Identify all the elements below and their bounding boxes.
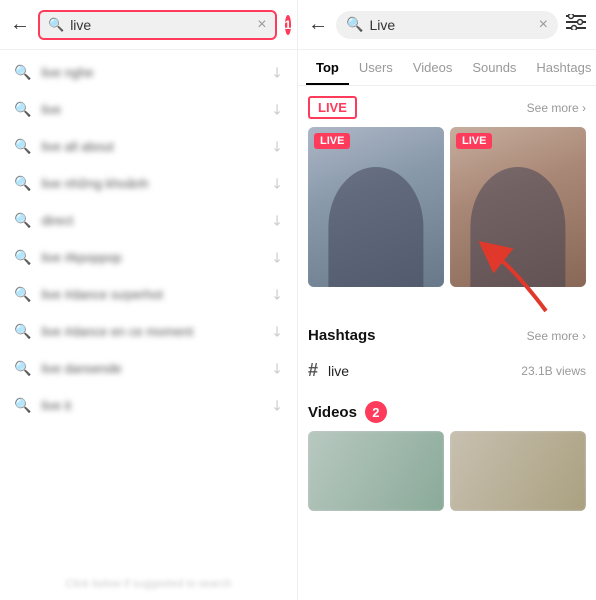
- search-icon: 🔍: [14, 138, 31, 155]
- search-icon: 🔍: [14, 249, 31, 266]
- hashtag-views: 23.1B views: [521, 364, 586, 378]
- search-icon: 🔍: [14, 397, 31, 414]
- videos-title: Videos: [308, 404, 357, 421]
- suggestion-text: live #dance sưperhot: [41, 287, 261, 302]
- search-icon: 🔍: [14, 360, 31, 377]
- arrow-icon: ↖: [267, 358, 287, 378]
- right-content: LIVE See more › LIVE LIVE: [298, 86, 596, 600]
- list-item[interactable]: 🔍 live nghe ↖: [0, 54, 297, 91]
- search-text-right: Live: [369, 17, 532, 33]
- right-panel: ← 🔍 Live × Top Users Videos Sounds Hasht…: [298, 0, 596, 600]
- suggestion-text: live dansende: [41, 361, 261, 376]
- arrow-icon: ↖: [267, 321, 287, 341]
- videos-row: [308, 431, 586, 511]
- arrow-icon: ↖: [267, 247, 287, 267]
- list-item[interactable]: 🔍 live ↖: [0, 91, 297, 128]
- left-footer: Click below if suggested to search: [0, 568, 297, 600]
- suggestion-text: live #kpoppop: [41, 250, 261, 265]
- back-icon-right[interactable]: ←: [308, 13, 328, 36]
- arrow-icon: ↖: [267, 136, 287, 156]
- arrow-icon: ↖: [267, 173, 287, 193]
- search-box-right[interactable]: 🔍 Live ×: [336, 11, 558, 39]
- live-video-1[interactable]: LIVE: [308, 127, 444, 287]
- filter-icon[interactable]: [566, 14, 586, 35]
- list-item[interactable]: 🔍 live những khoảnh ↖: [0, 165, 297, 202]
- hashtags-section: Hashtags See more › # live 23.1B views: [308, 327, 586, 389]
- arrow-icon: ↖: [267, 210, 287, 230]
- list-item[interactable]: 🔍 live it ↖: [0, 387, 297, 424]
- list-item[interactable]: 🔍 live all about ↖: [0, 128, 297, 165]
- suggestion-text: live những khoảnh: [41, 176, 261, 191]
- video-thumb-bg-1: [308, 431, 444, 511]
- search-icon: 🔍: [14, 323, 31, 340]
- suggestions-list: 🔍 live nghe ↖ 🔍 live ↖ 🔍 live all about …: [0, 50, 297, 568]
- person-silhouette: [328, 167, 423, 287]
- suggestion-text: live it: [41, 398, 261, 413]
- arrow-icon: ↖: [267, 99, 287, 119]
- hashtag-item-live[interactable]: # live 23.1B views: [308, 352, 586, 389]
- video-thumb-2[interactable]: [450, 431, 586, 511]
- tab-sounds[interactable]: Sounds: [462, 50, 526, 85]
- live-badge: LIVE: [308, 96, 357, 119]
- live-section-header: LIVE See more ›: [308, 96, 586, 119]
- tab-users[interactable]: Users: [349, 50, 403, 85]
- see-more-live[interactable]: See more ›: [527, 101, 586, 115]
- arrow-icon: ↖: [267, 62, 287, 82]
- live-label-2: LIVE: [456, 133, 492, 149]
- suggestion-text: live nghe: [41, 65, 261, 80]
- video-thumb-1[interactable]: [308, 431, 444, 511]
- suggestion-text: live all about: [41, 139, 261, 154]
- suggestion-text: live: [41, 102, 261, 117]
- right-header: ← 🔍 Live ×: [298, 0, 596, 50]
- search-icon: 🔍: [14, 212, 31, 229]
- search-icon: 🔍: [14, 286, 31, 303]
- list-item[interactable]: 🔍 live #dance sưperhot ↖: [0, 276, 297, 313]
- annotation-arrow: [476, 241, 556, 321]
- tabs: Top Users Videos Sounds Hashtags: [298, 50, 596, 86]
- hashtags-section-header: Hashtags See more ›: [308, 327, 586, 344]
- search-box-left[interactable]: 🔍 ×: [38, 10, 277, 40]
- live-label-1: LIVE: [314, 133, 350, 149]
- tab-hashtags[interactable]: Hashtags: [526, 50, 596, 85]
- search-icon: 🔍: [14, 64, 31, 81]
- hash-icon: #: [308, 360, 318, 381]
- left-panel: ← 🔍 × 1 Search 🔍 live nghe ↖ 🔍 live ↖ 🔍 …: [0, 0, 298, 600]
- list-item[interactable]: 🔍 live #kpoppop ↖: [0, 239, 297, 276]
- tab-top[interactable]: Top: [306, 50, 349, 85]
- videos-section-header: Videos 2: [308, 401, 586, 423]
- search-icon-left: 🔍: [48, 17, 64, 33]
- clear-icon-left[interactable]: ×: [257, 16, 266, 34]
- arrow-icon: ↖: [267, 284, 287, 304]
- search-icon: 🔍: [14, 101, 31, 118]
- search-icon: 🔍: [14, 175, 31, 192]
- hashtag-name: live: [328, 363, 511, 379]
- suggestion-text: live #dance en ce moment: [41, 324, 261, 339]
- see-more-hashtags[interactable]: See more ›: [527, 329, 586, 343]
- tab-videos[interactable]: Videos: [403, 50, 463, 85]
- clear-icon-right[interactable]: ×: [539, 16, 548, 34]
- badge-1: 1: [285, 15, 292, 35]
- back-icon-left[interactable]: ←: [10, 13, 30, 36]
- suggestion-text: direct: [41, 213, 261, 228]
- search-icon-right: 🔍: [346, 16, 363, 33]
- list-item[interactable]: 🔍 direct ↖: [0, 202, 297, 239]
- hashtags-title: Hashtags: [308, 327, 376, 344]
- search-input-left[interactable]: [70, 17, 251, 33]
- list-item[interactable]: 🔍 live dansende ↖: [0, 350, 297, 387]
- arrow-icon: ↖: [267, 395, 287, 415]
- videos-badge: 2: [365, 401, 387, 423]
- video-thumb-bg-2: [450, 431, 586, 511]
- left-header: ← 🔍 × 1 Search: [0, 0, 297, 50]
- list-item[interactable]: 🔍 live #dance en ce moment ↖: [0, 313, 297, 350]
